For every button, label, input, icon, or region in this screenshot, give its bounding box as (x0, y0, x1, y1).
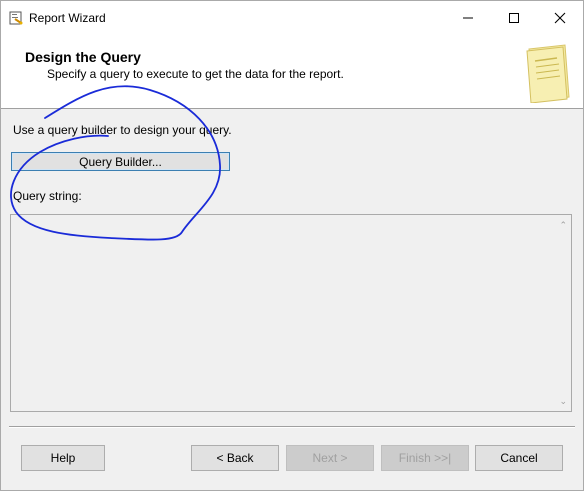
window-title: Report Wizard (29, 11, 106, 25)
maximize-button[interactable] (491, 1, 537, 35)
report-wizard-app-icon (9, 11, 23, 25)
report-document-icon (526, 44, 570, 103)
title-bar[interactable]: Report Wizard (1, 1, 583, 35)
help-button[interactable]: Help (21, 445, 105, 471)
footer-separator (9, 426, 575, 428)
page-title: Design the Query (25, 49, 141, 65)
minimize-icon (463, 17, 473, 19)
maximize-icon (509, 13, 519, 23)
query-string-textarea[interactable]: ⌃ ⌄ (10, 214, 572, 412)
instructions-text: Use a query builder to design your query… (13, 123, 232, 137)
close-button[interactable] (537, 1, 583, 35)
close-icon (554, 12, 566, 24)
cancel-button[interactable]: Cancel (475, 445, 563, 471)
finish-button: Finish >>| (381, 445, 469, 471)
report-wizard-window: Report Wizard Design the Query Specify a… (0, 0, 584, 491)
query-builder-button[interactable]: Query Builder... (11, 152, 230, 171)
next-button: Next > (286, 445, 374, 471)
back-button[interactable]: < Back (191, 445, 279, 471)
minimize-button[interactable] (445, 1, 491, 35)
scroll-down-arrow-icon[interactable]: ⌄ (559, 396, 567, 407)
page-subtitle: Specify a query to execute to get the da… (47, 67, 344, 81)
scroll-up-arrow-icon[interactable]: ⌃ (559, 220, 567, 231)
query-string-label: Query string: (13, 189, 82, 203)
wizard-header: Design the Query Specify a query to exec… (1, 35, 583, 109)
vertical-scrollbar[interactable]: ⌃ ⌄ (554, 215, 571, 411)
